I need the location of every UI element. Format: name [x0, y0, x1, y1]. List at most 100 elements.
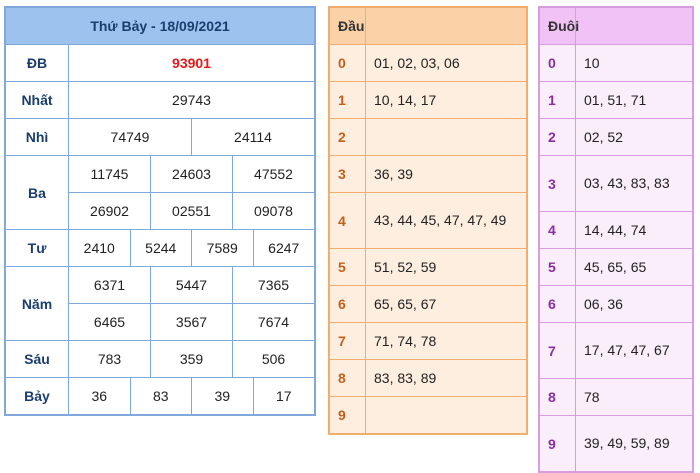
dau-digit: 3: [330, 156, 366, 192]
dau-row: 4 43, 44, 45, 47, 47, 49: [330, 193, 526, 249]
prize-row: Nhất 29743: [6, 81, 314, 118]
prize-label: Tư: [6, 230, 69, 266]
dau-digit: 6: [330, 286, 366, 322]
dau-row: 2: [330, 119, 526, 156]
dau-row: 7 71, 74, 78: [330, 323, 526, 360]
prize-values: 74749 24114: [69, 119, 314, 155]
dau-digit: 9: [330, 397, 366, 433]
duoi-row: 1 01, 51, 71: [540, 82, 692, 119]
prize-line: 2410 5244 7589 6247: [69, 230, 314, 266]
duoi-digit: 3: [540, 156, 576, 211]
results-body: ĐB 93901 Nhất 29743 Nhì 74749 24114 Ba 11745 2460…: [6, 45, 314, 414]
prize-number: 24603: [150, 156, 232, 192]
dau-header-blank: [366, 8, 526, 44]
dau-numbers: 83, 83, 89: [374, 369, 437, 386]
prize-row: Bảy 36 83 39 17: [6, 377, 314, 414]
prize-row: Tư 2410 5244 7589 6247: [6, 229, 314, 266]
dau-numbers: 36, 39: [374, 165, 413, 182]
dau-numbers: 10, 14, 17: [374, 91, 437, 108]
prize-number: 09078: [232, 193, 314, 229]
prize-values: 93901: [69, 45, 314, 81]
duoi-digit: 9: [540, 416, 576, 471]
dau-numbers: 65, 65, 67: [374, 295, 437, 312]
duoi-numbers: 17, 47, 47, 67: [584, 342, 670, 358]
duoi-numbers: 10: [584, 54, 600, 71]
dau-header-label: Đầu: [330, 8, 366, 44]
duoi-row: 4 14, 44, 74: [540, 212, 692, 249]
duoi-digit: 1: [540, 82, 576, 118]
dau-row: 8 83, 83, 89: [330, 360, 526, 397]
dau-numbers: 51, 52, 59: [374, 258, 437, 275]
dau-numbers: 71, 74, 78: [374, 332, 437, 349]
duoi-row: 2 02, 52: [540, 119, 692, 156]
dau-digit: 0: [330, 45, 366, 81]
dau-row: 5 51, 52, 59: [330, 249, 526, 286]
duoi-numbers: 39, 49, 59, 89: [584, 435, 670, 451]
dau-digit: 1: [330, 82, 366, 118]
dau-row: 6 65, 65, 67: [330, 286, 526, 323]
duoi-digit: 8: [540, 379, 576, 415]
dau-numbers: 43, 44, 45, 47, 47, 49: [374, 212, 507, 228]
prize-row: Ba 11745 24603 47552 26902 02551 09078: [6, 155, 314, 229]
duoi-header-blank: [576, 8, 692, 44]
prize-line: 6465 3567 7674: [69, 303, 314, 340]
duoi-numbers: 06, 36: [584, 295, 623, 312]
duoi-digit: 5: [540, 249, 576, 285]
dau-row: 1 10, 14, 17: [330, 82, 526, 119]
prize-number: 783: [97, 351, 122, 367]
dau-row: 0 01, 02, 03, 06: [330, 45, 526, 82]
duoi-digit: 0: [540, 45, 576, 81]
prize-number: 29743: [172, 92, 211, 108]
duoi-body: 0 10 1 01, 51, 71 2 02, 52 3 03, 43, 83, 83 4 14,…: [540, 45, 692, 471]
prize-label: Nhì: [6, 119, 69, 155]
prize-line: 29743: [69, 82, 314, 118]
dau-header: Đầu: [330, 8, 526, 45]
prize-values: 6371 5447 7365 6465 3567 7674: [69, 267, 314, 340]
prize-number: 24114: [191, 119, 314, 155]
prize-values: 11745 24603 47552 26902 02551 09078: [69, 156, 314, 229]
prize-label: Ba: [6, 156, 69, 229]
prize-label: Sáu: [6, 341, 69, 377]
prize-row: ĐB 93901: [6, 45, 314, 81]
dau-digit: 4: [330, 193, 366, 248]
dau-body: 0 01, 02, 03, 06 1 10, 14, 17 2 3 36, 39 4 43, 4…: [330, 45, 526, 433]
duoi-digit: 4: [540, 212, 576, 248]
prize-number: 359: [150, 341, 232, 377]
dau-digit: 8: [330, 360, 366, 396]
results-title: Thứ Bảy - 18/09/2021: [6, 8, 314, 45]
dau-table: Đầu 0 01, 02, 03, 06 1 10, 14, 17 2 3 36, 39 4 4…: [328, 6, 528, 435]
duoi-row: 8 78: [540, 379, 692, 416]
prize-number: 74749: [110, 129, 150, 145]
duoi-row: 6 06, 36: [540, 286, 692, 323]
duoi-row: 5 45, 65, 65: [540, 249, 692, 286]
duoi-numbers: 45, 65, 65: [584, 258, 647, 275]
dau-numbers: 01, 02, 03, 06: [374, 54, 460, 71]
prize-label: Bảy: [6, 378, 69, 414]
duoi-numbers: 02, 52: [584, 128, 623, 145]
duoi-row: 3 03, 43, 83, 83: [540, 156, 692, 212]
prize-label: ĐB: [6, 45, 69, 81]
dau-numbers: [366, 397, 526, 433]
prize-row: Năm 6371 5447 7365 6465 3567 7674: [6, 266, 314, 340]
duoi-row: 0 10: [540, 45, 692, 82]
prize-values: 36 83 39 17: [69, 378, 314, 414]
duoi-row: 9 39, 49, 59, 89: [540, 416, 692, 471]
duoi-numbers: 78: [584, 388, 600, 405]
dau-row: 3 36, 39: [330, 156, 526, 193]
prize-number: 7365: [232, 267, 314, 303]
prize-number: 3567: [150, 304, 232, 340]
prize-line: 6371 5447 7365: [69, 267, 314, 303]
prize-line: 74749 24114: [69, 119, 314, 155]
dau-row: 9: [330, 397, 526, 433]
prize-values: 29743: [69, 82, 314, 118]
duoi-row: 7 17, 47, 47, 67: [540, 323, 692, 379]
prize-number: 47552: [232, 156, 314, 192]
prize-number: 6247: [252, 230, 315, 266]
prize-line: 36 83 39 17: [69, 378, 314, 414]
prize-number: 36: [91, 388, 108, 404]
dau-digit: 2: [330, 119, 366, 155]
duoi-digit: 7: [540, 323, 576, 378]
duoi-digit: 6: [540, 286, 576, 322]
prize-number: 5447: [150, 267, 232, 303]
prize-line: 783 359 506: [69, 341, 314, 377]
